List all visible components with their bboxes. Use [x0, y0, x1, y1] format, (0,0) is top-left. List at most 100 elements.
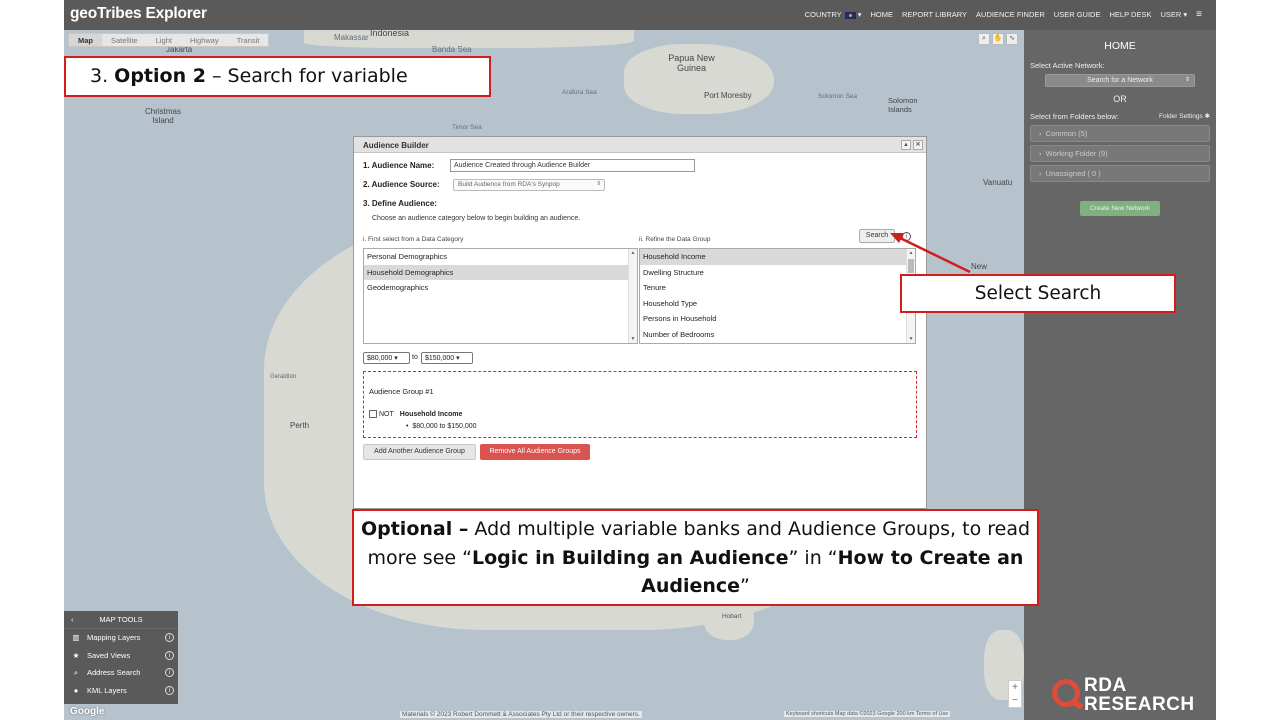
app-brand[interactable]: geoTribes Explorer	[70, 5, 207, 23]
audience-source-select[interactable]: Build Audience from RDA's Synpop	[453, 179, 605, 191]
dialog-header[interactable]: Audience Builder ▲ ✕	[354, 137, 926, 153]
nav-home[interactable]: HOME	[871, 10, 894, 19]
pan-hand-icon[interactable]: ✋	[992, 33, 1004, 45]
map-label: Geraldton	[270, 374, 297, 380]
not-label: NOT	[379, 410, 394, 418]
map-label: Perth	[290, 421, 310, 430]
list-item[interactable]: Persons in Household	[640, 311, 915, 327]
audience-builder-dialog: Audience Builder ▲ ✕ 1. Audience Name: A…	[353, 136, 927, 509]
range-to-select[interactable]: $150,000 ▾	[421, 352, 473, 364]
dialog-controls: ▲ ✕	[901, 140, 923, 150]
map-label: Arafura Sea	[562, 89, 597, 96]
zoom-box-icon[interactable]: ⌕	[978, 33, 990, 45]
zoom-out-button[interactable]: −	[1009, 694, 1021, 707]
info-icon[interactable]: i	[165, 685, 174, 695]
gear-icon: ✱	[1204, 113, 1210, 120]
list-item[interactable]: Dwelling Structure	[640, 265, 915, 281]
zoom-in-button[interactable]: +	[1009, 681, 1021, 694]
panel-title: HOME	[1104, 40, 1136, 52]
list-item[interactable]: Personal Demographics	[364, 249, 637, 265]
minimize-icon[interactable]: ▲	[901, 140, 911, 150]
callout-optional: Optional – Add multiple variable banks a…	[352, 509, 1039, 606]
folders-label: Select from Folders below:	[1030, 112, 1119, 121]
create-network-button[interactable]: Create New Network	[1080, 201, 1160, 216]
info-icon[interactable]: i	[165, 633, 174, 642]
list-item[interactable]: Household Type	[640, 296, 915, 312]
map-label: Banda Sea	[432, 45, 472, 54]
map-type-highway[interactable]: Highway	[181, 34, 228, 46]
list-item[interactable]: Household Demographics	[364, 264, 637, 280]
remove-all-groups-button[interactable]: Remove All Audience Groups	[480, 444, 590, 460]
flag-icon	[844, 11, 856, 19]
list-item[interactable]: Tenure	[640, 280, 915, 296]
callout-select-search: Select Search	[900, 274, 1176, 313]
not-checkbox[interactable]	[369, 410, 377, 418]
folder-unassigned[interactable]: › Unassigned ( 0 )	[1030, 165, 1210, 182]
group-variable: Household Income	[399, 410, 463, 418]
list-item[interactable]: Number of Bedrooms	[640, 327, 915, 343]
map-label: Christmas Island	[144, 107, 181, 125]
google-logo: Google	[70, 706, 105, 717]
map-type-light[interactable]: Light	[147, 34, 181, 46]
map-type-transit[interactable]: Transit	[228, 34, 269, 46]
map-label: Port Moresby	[704, 91, 752, 100]
map-tools-header[interactable]: ‹ MAP TOOLS	[64, 611, 178, 629]
audience-name-input[interactable]: Audience Created through Audience Builde…	[450, 159, 695, 172]
range-from-select[interactable]: $80,000 ▾	[363, 352, 410, 364]
scrollbar[interactable]: ▲ ▼	[628, 249, 637, 343]
map-label: Indonesia	[370, 30, 410, 38]
top-nav: COUNTRY ▾ HOME REPORT LIBRARY AUDIENCE F…	[805, 9, 1202, 20]
callout-arrow	[890, 233, 971, 274]
nav-user[interactable]: USER ▾	[1160, 10, 1187, 19]
info-icon[interactable]: i	[165, 650, 174, 660]
measure-icon[interactable]: ∿	[1006, 33, 1018, 45]
chevron-right-icon: ›	[1039, 169, 1042, 178]
tool-address-search[interactable]: ⌕ Address Search i	[64, 664, 178, 682]
network-search-select[interactable]: Search for a Network	[1045, 74, 1195, 87]
tool-mapping-layers[interactable]: ▥ Mapping Layers i	[64, 629, 178, 647]
rda-logo-mark-icon	[1052, 679, 1080, 707]
map-type-satellite[interactable]: Satellite	[102, 34, 147, 46]
map-scale-attribution[interactable]: Keyboard shortcuts Map data ©2023 Google…	[784, 711, 951, 717]
chevron-right-icon: ›	[1039, 129, 1042, 138]
folder-common[interactable]: › Common (5)	[1030, 125, 1210, 142]
nav-audience-finder[interactable]: AUDIENCE FINDER	[976, 10, 1045, 19]
tool-saved-views[interactable]: ★ Saved Views i	[64, 647, 178, 665]
category-list: Personal Demographics Household Demograp…	[363, 248, 638, 344]
define-audience-label: 3. Define Audience:	[363, 199, 437, 208]
folder-working[interactable]: › Working Folder (9)	[1030, 145, 1210, 162]
chevron-left-icon[interactable]: ‹	[71, 611, 74, 629]
nav-report-library[interactable]: REPORT LIBRARY	[902, 10, 967, 19]
nav-user-guide[interactable]: USER GUIDE	[1054, 10, 1101, 19]
close-icon[interactable]: ✕	[913, 140, 923, 150]
map-label: Solomon Sea	[818, 93, 858, 100]
add-audience-group-button[interactable]: Add Another Audience Group	[363, 444, 476, 460]
info-icon[interactable]: i	[165, 668, 174, 677]
list-item[interactable]: Household Income	[640, 249, 915, 265]
data-group-list: Household Income Dwelling Structure Tenu…	[639, 248, 916, 344]
tool-kml-layers[interactable]: ● KML Layers i	[64, 682, 178, 700]
nav-help-desk[interactable]: HELP DESK	[1109, 10, 1151, 19]
folder-settings-link[interactable]: Folder Settings ✱	[1159, 112, 1210, 120]
range-to-word: to	[412, 354, 418, 361]
star-icon: ★	[72, 650, 80, 660]
map-icon: ▥	[72, 633, 80, 642]
map-type-map[interactable]: Map	[69, 34, 102, 46]
list-item[interactable]: Geodemographics	[364, 280, 637, 296]
screen: geoTribes Explorer COUNTRY ▾ HOME REPORT…	[64, 0, 1216, 720]
map-label: Solomon Islands	[888, 96, 918, 114]
nav-country[interactable]: COUNTRY ▾	[805, 10, 862, 19]
callout-option-2: 3. Option 2 – Search for variable	[64, 56, 491, 97]
group-value-item: • $80,000 to $150,000	[406, 423, 477, 430]
audience-name-label: 1. Audience Name:	[363, 161, 435, 170]
search-icon: ⌕	[73, 668, 79, 677]
zoom-control: + −	[1008, 680, 1022, 708]
category-list-label: i. First select from a Data Category	[363, 236, 464, 243]
or-separator: OR	[1113, 94, 1127, 104]
not-checkbox-row: NOT Household Income	[369, 410, 462, 418]
hamburger-menu-icon[interactable]: ≡	[1196, 9, 1202, 20]
map-label: Makassar	[334, 33, 369, 42]
top-bar: geoTribes Explorer COUNTRY ▾ HOME REPORT…	[64, 0, 1216, 30]
dialog-title: Audience Builder	[363, 141, 429, 150]
map-copyright: Materials © 2023 Robert Dommett & Associ…	[400, 711, 642, 718]
